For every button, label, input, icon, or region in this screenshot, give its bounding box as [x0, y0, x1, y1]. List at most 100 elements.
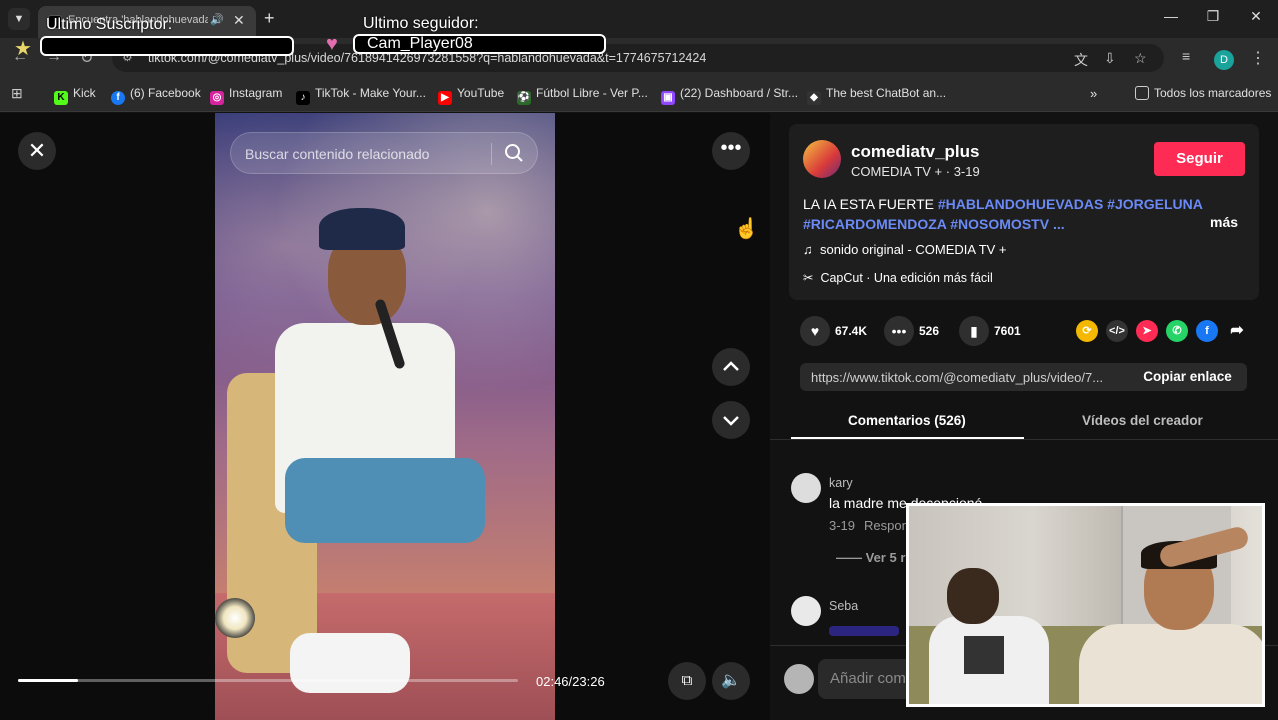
- bookmark-icon[interactable]: ▮: [959, 316, 989, 346]
- bookmark-futbol-libre[interactable]: ⚽ Fútbol Libre - Ver P...: [517, 86, 648, 105]
- active-tab-indicator: [791, 437, 1024, 439]
- more-bookmarks-icon[interactable]: »: [1090, 86, 1097, 101]
- description-text: LA IA ESTA FUERTE: [803, 196, 938, 212]
- whatsapp-icon[interactable]: ✆: [1166, 320, 1188, 342]
- media-controls-icon[interactable]: ≡: [1182, 48, 1190, 64]
- tiktok-icon: ♪: [296, 91, 310, 105]
- video-frame[interactable]: [215, 113, 555, 720]
- bookmark-chatbot[interactable]: ◆ The best ChatBot an...: [807, 86, 946, 105]
- like-action[interactable]: ♥ 67.4K: [800, 316, 867, 346]
- last-subscriber-box: [40, 36, 294, 56]
- chatbot-icon: ◆: [807, 91, 821, 105]
- hashtag-line-1[interactable]: #HABLANDOHUEVADAS #JORGELUNA: [938, 196, 1203, 212]
- sound-title[interactable]: sonido original - COMEDIA TV +: [820, 242, 1007, 257]
- search-icon[interactable]: [503, 142, 525, 164]
- heart-icon[interactable]: ♥: [800, 316, 830, 346]
- bookmark-kick[interactable]: K Kick: [54, 86, 96, 105]
- floating-player-button[interactable]: ⧉: [668, 662, 706, 700]
- video-progress-bar[interactable]: [18, 679, 518, 682]
- tab-comments[interactable]: Comentarios (526): [848, 413, 966, 428]
- view-replies-label[interactable]: Ver 5 r: [866, 550, 906, 565]
- comment-action[interactable]: ••• 526: [884, 316, 939, 346]
- search-divider: [491, 143, 492, 165]
- apps-grid-icon[interactable]: ⊞: [11, 85, 23, 102]
- save-action[interactable]: ▮ 7601: [959, 316, 1021, 346]
- video-person-shoes: [290, 633, 410, 693]
- comment-username[interactable]: Seba: [829, 599, 858, 613]
- comment-placeholder: Añadir com: [830, 670, 906, 687]
- next-video-button[interactable]: [712, 401, 750, 439]
- capcut-row[interactable]: ✂ CapCut · Una edición más fácil: [803, 270, 993, 285]
- music-note-icon: ♫: [803, 242, 813, 257]
- comment-bubble-icon[interactable]: •••: [884, 316, 914, 346]
- browser-menu-icon[interactable]: ⋮: [1250, 48, 1266, 68]
- saves-count: 7601: [994, 324, 1021, 338]
- previous-video-button[interactable]: [712, 348, 750, 386]
- chevron-down-icon: [723, 416, 739, 426]
- video-person-shorts: [285, 458, 485, 543]
- panel-tabs: Comentarios (526) Vídeos del creador: [770, 404, 1278, 440]
- restore-button[interactable]: ❐: [1198, 8, 1228, 25]
- comment-sticker: [829, 626, 899, 636]
- last-subscriber-label: Ultimo Suscriptor:: [46, 16, 173, 33]
- video-person-cap: [319, 208, 405, 250]
- copy-link-button[interactable]: Copiar enlace: [1128, 363, 1247, 391]
- comments-count: 526: [919, 324, 940, 338]
- bookmark-tiktok[interactable]: ♪ TikTok - Make Your...: [296, 86, 426, 105]
- new-tab-button[interactable]: +: [264, 8, 275, 29]
- translate-icon[interactable]: 文: [1074, 50, 1088, 70]
- futbol-icon: ⚽: [517, 91, 531, 105]
- webcam-person-1-head: [947, 568, 999, 624]
- chevron-up-icon: [723, 361, 739, 371]
- mouse-pointer-icon: ☝: [734, 218, 759, 240]
- likes-count: 67.4K: [835, 324, 868, 338]
- close-video-button[interactable]: ✕: [18, 132, 56, 170]
- bookmark-dashboard[interactable]: ▣ (22) Dashboard / Str...: [661, 86, 798, 105]
- bookmark-instagram[interactable]: ◎ Instagram: [210, 86, 282, 105]
- tab-creator-videos[interactable]: Vídeos del creador: [1082, 413, 1203, 428]
- comment-avatar[interactable]: [791, 596, 821, 626]
- close-window-button[interactable]: ✕: [1241, 8, 1271, 25]
- facebook-share-icon[interactable]: f: [1196, 320, 1218, 342]
- instagram-icon: ◎: [210, 91, 224, 105]
- capcut-label[interactable]: CapCut · Una edición más fácil: [820, 271, 992, 285]
- hashtag-line-2[interactable]: #RICARDOMENDOZA #NOSOMOSTV ...: [803, 216, 1065, 232]
- post-description: LA IA ESTA FUERTE #HABLANDOHUEVADAS #JOR…: [803, 194, 1243, 234]
- send-icon[interactable]: ➤: [1136, 320, 1158, 342]
- kick-icon: K: [54, 91, 68, 105]
- video-progress-fill: [18, 679, 78, 682]
- profile-avatar[interactable]: D: [1214, 50, 1234, 70]
- youtube-icon: ▶: [438, 91, 452, 105]
- comment-username[interactable]: kary: [829, 476, 853, 490]
- related-search-input[interactable]: Buscar contenido relacionado: [230, 132, 538, 174]
- all-bookmarks-folder[interactable]: Todos los marcadores: [1135, 86, 1271, 100]
- embed-code-icon[interactable]: </>: [1106, 320, 1128, 342]
- last-follower-box: Cam_Player08: [353, 34, 606, 54]
- facebook-icon: f: [111, 91, 125, 105]
- creator-username[interactable]: comediatv_plus: [851, 142, 980, 162]
- tab-search-button[interactable]: ▼: [8, 8, 30, 30]
- volume-button[interactable]: 🔈: [712, 662, 750, 700]
- repost-icon[interactable]: ⟳: [1076, 320, 1098, 342]
- install-app-icon[interactable]: ⇩: [1104, 50, 1116, 67]
- bookmark-youtube[interactable]: ▶ YouTube: [438, 86, 504, 105]
- creator-avatar[interactable]: [803, 140, 841, 178]
- star-icon: ★: [14, 38, 32, 60]
- browser-tab-bar: ▼ Encuentra 'hablandohuevadas' 🔊 ✕ + — ❐…: [0, 0, 1278, 38]
- more-link[interactable]: más: [1210, 214, 1238, 230]
- speaker-icon[interactable]: 🔊: [210, 13, 224, 26]
- sound-row[interactable]: ♫ sonido original - COMEDIA TV +: [803, 242, 1007, 257]
- video-link[interactable]: https://www.tiktok.com/@comediatv_plus/v…: [811, 370, 1121, 385]
- close-tab-icon[interactable]: ✕: [233, 12, 245, 29]
- minimize-button[interactable]: —: [1156, 8, 1186, 24]
- my-avatar: [784, 664, 814, 694]
- follow-button[interactable]: Seguir: [1154, 142, 1245, 176]
- comment-avatar[interactable]: [791, 473, 821, 503]
- view-replies-link[interactable]: —— Ver 5 r: [836, 550, 905, 565]
- last-follower-label: Ultimo seguidor:: [363, 15, 479, 32]
- more-options-button[interactable]: •••: [712, 132, 750, 170]
- bookmark-facebook[interactable]: f (6) Facebook: [111, 86, 201, 105]
- dashboard-icon: ▣: [661, 91, 675, 105]
- share-arrow-icon[interactable]: ➦: [1226, 320, 1248, 342]
- bookmark-star-icon[interactable]: ☆: [1134, 50, 1147, 67]
